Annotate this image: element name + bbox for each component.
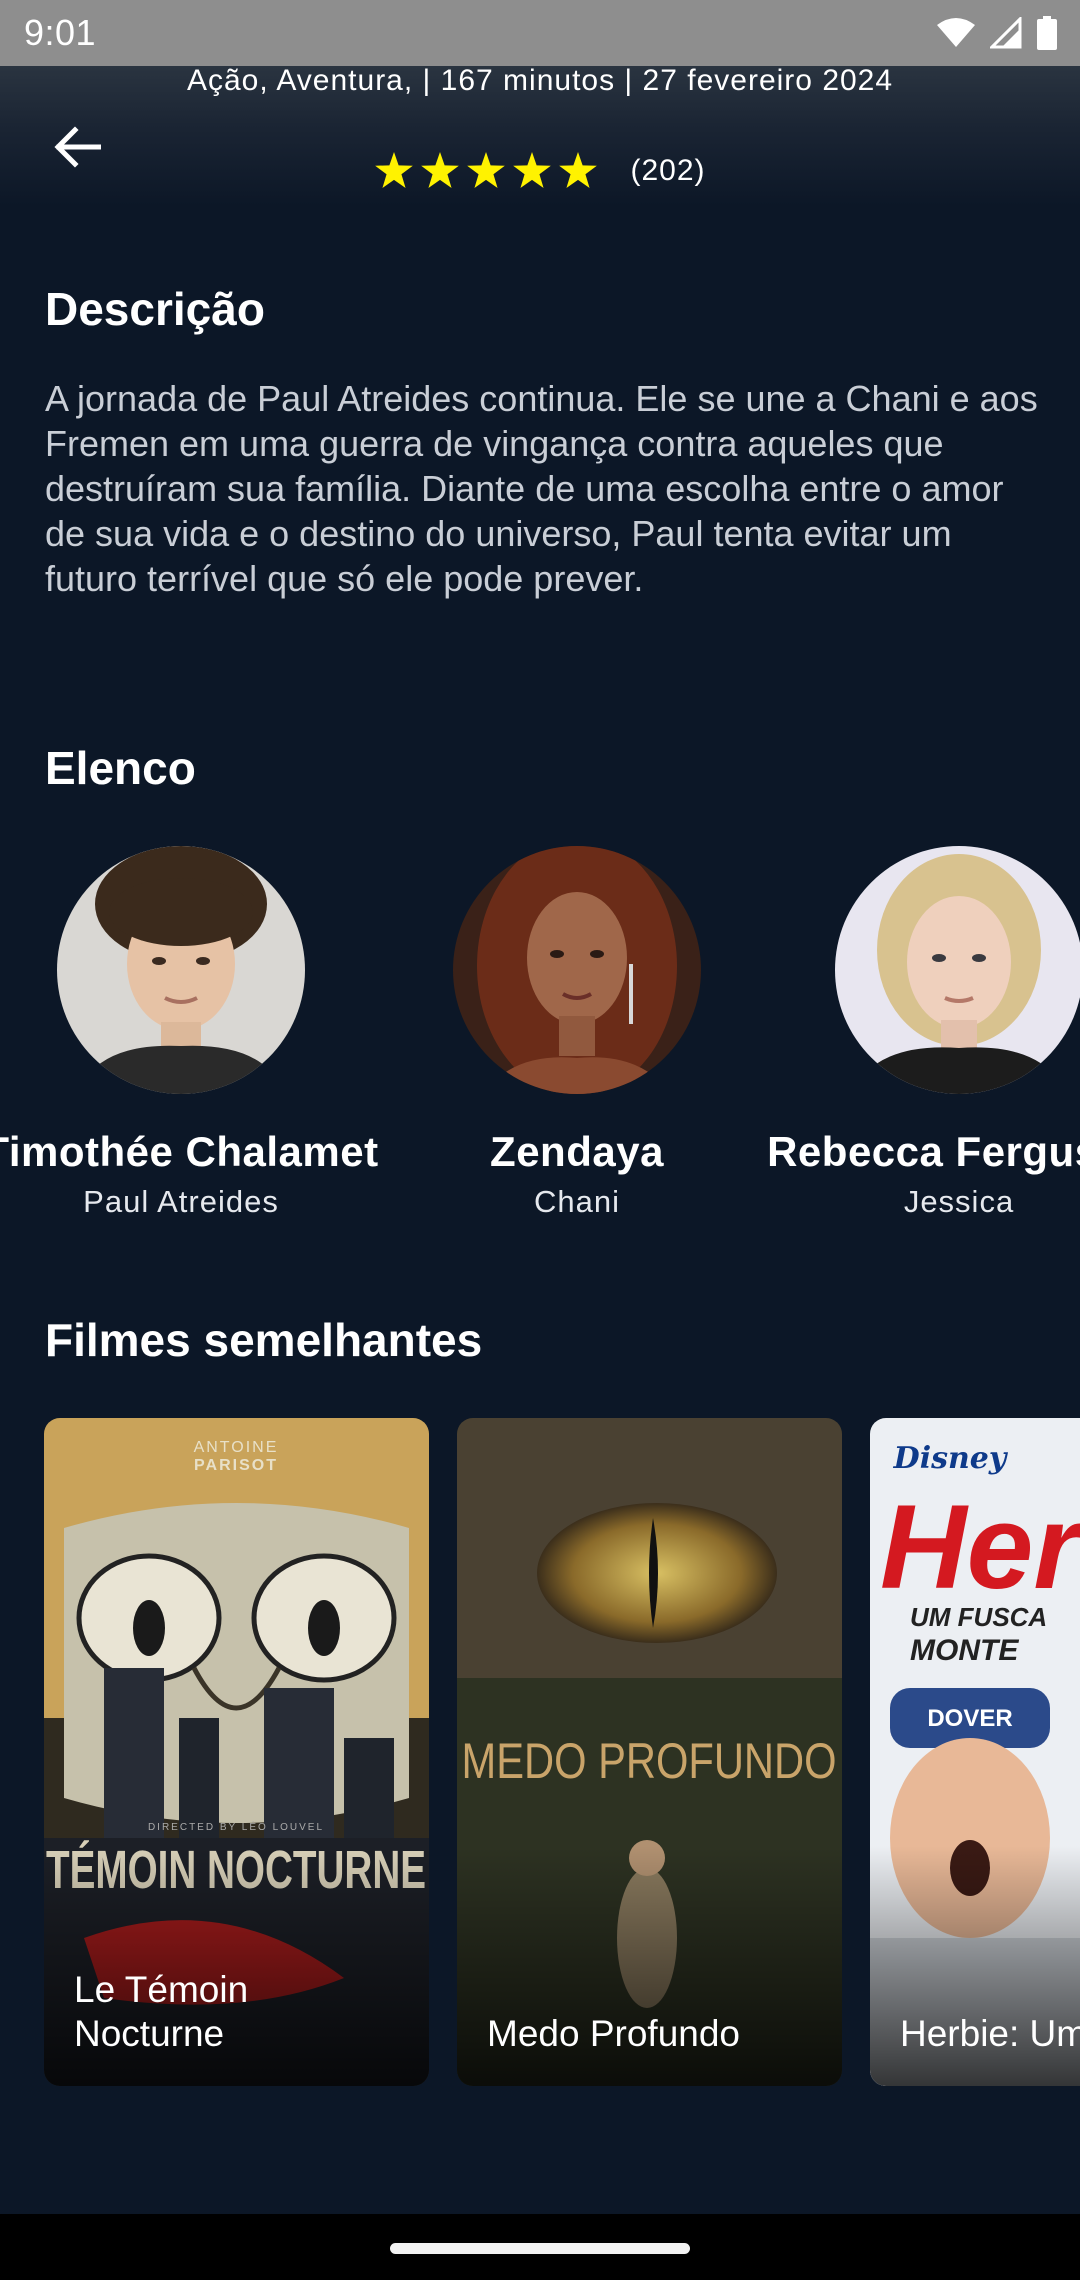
- svg-text:DOVER: DOVER: [927, 1705, 1012, 1732]
- description-text: A jornada de Paul Atreides continua. Ele…: [45, 378, 1038, 599]
- svg-text:MEDO PROFUNDO: MEDO PROFUNDO: [462, 1733, 837, 1789]
- cast-role: Jessica: [903, 1184, 1015, 1219]
- svg-text:ANTOINE: ANTOINE: [194, 1439, 279, 1456]
- movie-details-screen: 9:01 Ação, Aventura, | 167 minutos | 27 …: [0, 0, 1080, 2280]
- svg-text:Herbie: Herbie: [880, 1480, 1080, 1614]
- movie-title: Herbie: Um Fusca em Monte Carlo: [900, 2013, 1080, 2054]
- star-icon: [375, 152, 414, 189]
- cast-member[interactable]: Rebecca Ferguson Jessica: [749, 846, 1080, 1220]
- star-icon: [421, 152, 460, 189]
- cast-member[interactable]: Timothée Chalamet Paul Atreides: [0, 846, 391, 1220]
- cast-role: Chani: [534, 1184, 620, 1219]
- avatar: [453, 846, 701, 1094]
- status-icons: [936, 16, 1058, 50]
- movie-card[interactable]: MEDO PROFUNDO Medo Profundo: [457, 1418, 842, 2086]
- signal-icon: [990, 17, 1022, 49]
- avatar: [835, 846, 1080, 1094]
- rating-stars: [374, 152, 598, 190]
- cast-name: Timothée Chalamet: [0, 1128, 379, 1175]
- status-time: 9:01: [24, 12, 97, 53]
- wifi-icon: [937, 18, 975, 47]
- movie-title: Le Témoin Nocturne: [74, 1969, 249, 2054]
- similar-movies-list[interactable]: ANTOINE PARISOT DIRECTED BY LÉO LOUVEL T…: [0, 1418, 1080, 2086]
- star-icon: [513, 152, 552, 189]
- status-bar: 9:01: [0, 0, 1080, 66]
- description-title: Descrição: [45, 283, 265, 335]
- cast-member[interactable]: Zendaya Chani: [367, 846, 787, 1220]
- home-indicator[interactable]: [390, 2243, 690, 2254]
- battery-icon: [1037, 16, 1057, 50]
- movie-card[interactable]: ANTOINE PARISOT DIRECTED BY LÉO LOUVEL T…: [44, 1418, 429, 2086]
- similar-movies-title: Filmes semelhantes: [45, 1314, 483, 1366]
- movie-card[interactable]: Disney Herbie UM FUSCA MONTE DOVER Herbi…: [870, 1418, 1080, 2086]
- svg-text:MONTE: MONTE: [910, 1634, 1019, 1667]
- svg-text:Disney: Disney: [893, 1441, 1009, 1476]
- svg-text:UM FUSCA: UM FUSCA: [910, 1602, 1047, 1632]
- cast-name: Zendaya: [490, 1128, 664, 1175]
- rating-row: (202): [0, 148, 1080, 194]
- rating-count: (202): [630, 154, 706, 187]
- cast-name: Rebecca Ferguson: [767, 1128, 1080, 1175]
- avatar: [57, 846, 305, 1094]
- cast-role: Paul Atreides: [83, 1184, 279, 1219]
- movie-meta: Ação, Aventura, | 167 minutos | 27 fever…: [186, 64, 894, 97]
- star-icon: [467, 152, 506, 189]
- star-icon: [559, 152, 598, 189]
- movie-title: Medo Profundo: [487, 2013, 741, 2054]
- svg-text:PARISOT: PARISOT: [194, 1457, 278, 1474]
- cast-title: Elenco: [45, 742, 196, 794]
- svg-text:DIRECTED BY LÉO LOUVEL: DIRECTED BY LÉO LOUVEL: [148, 1820, 324, 1833]
- cast-list[interactable]: Timothée Chalamet Paul Atreides Zendaya: [0, 846, 1080, 1226]
